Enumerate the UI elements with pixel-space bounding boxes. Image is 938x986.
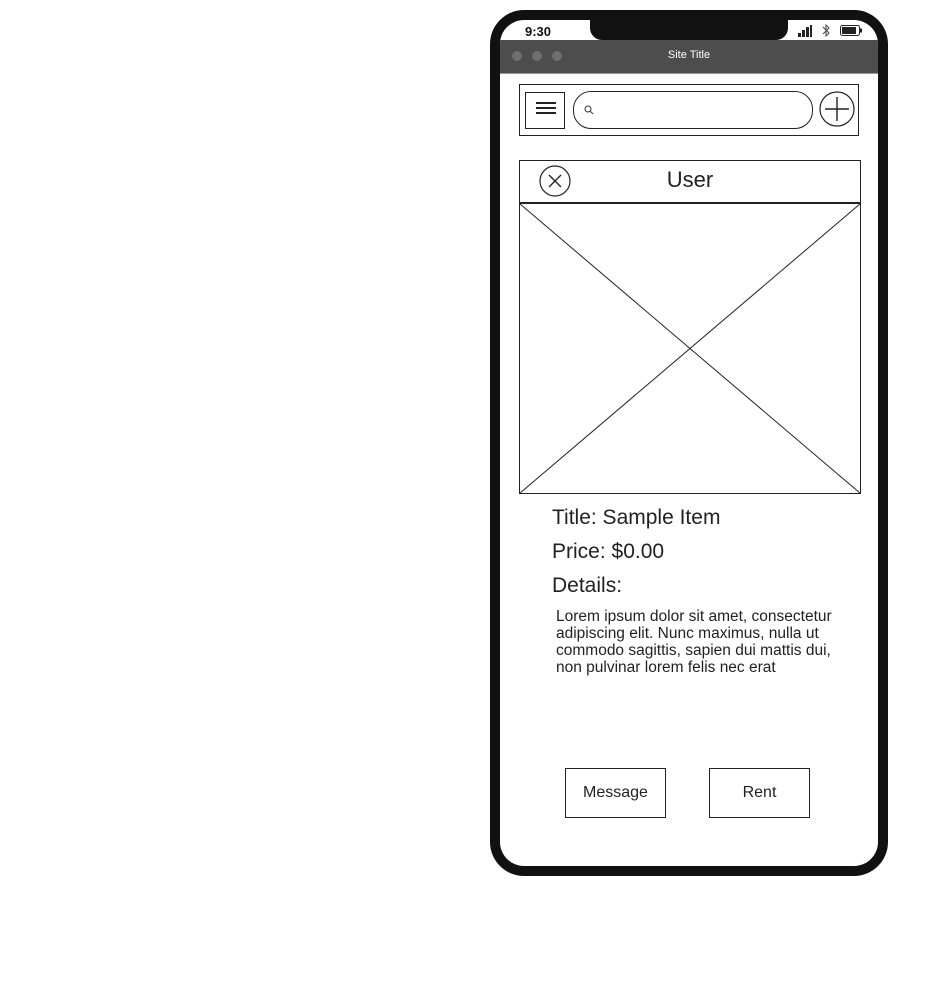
header-title: User [666, 167, 714, 192]
status-time: 9:30 [525, 24, 552, 39]
bluetooth-icon [822, 24, 830, 37]
item-price: Price: $0.00 [552, 540, 665, 563]
window-titlebar: Site Title [500, 40, 878, 73]
item-title: Title: Sample Item [552, 506, 721, 529]
search-input[interactable] [598, 96, 802, 124]
search-icon [584, 105, 594, 115]
site-title: Site Title [667, 49, 711, 61]
details-label: Details: [552, 574, 623, 597]
menu-icon-line [536, 107, 556, 109]
signal-icon [798, 24, 812, 37]
phone-notch [590, 20, 788, 40]
status-icons [798, 24, 862, 37]
titlebar-divider [500, 73, 878, 74]
phone-screen: 9:30 Site Title User Title: Sample Item … [500, 20, 878, 866]
rent-button[interactable]: Rent [709, 768, 810, 818]
battery-icon [840, 25, 862, 36]
menu-button[interactable] [525, 92, 565, 129]
user-header: User [519, 160, 861, 203]
menu-icon [536, 102, 556, 104]
message-button[interactable]: Message [565, 768, 666, 818]
plus-icon[interactable] [819, 91, 855, 127]
details-text: Lorem ipsum dolor sit amet, consectetur … [556, 608, 832, 676]
menu-icon-line [536, 112, 556, 114]
image-placeholder-icon [519, 203, 861, 494]
search-box[interactable] [573, 91, 813, 129]
top-toolbar [519, 84, 859, 136]
